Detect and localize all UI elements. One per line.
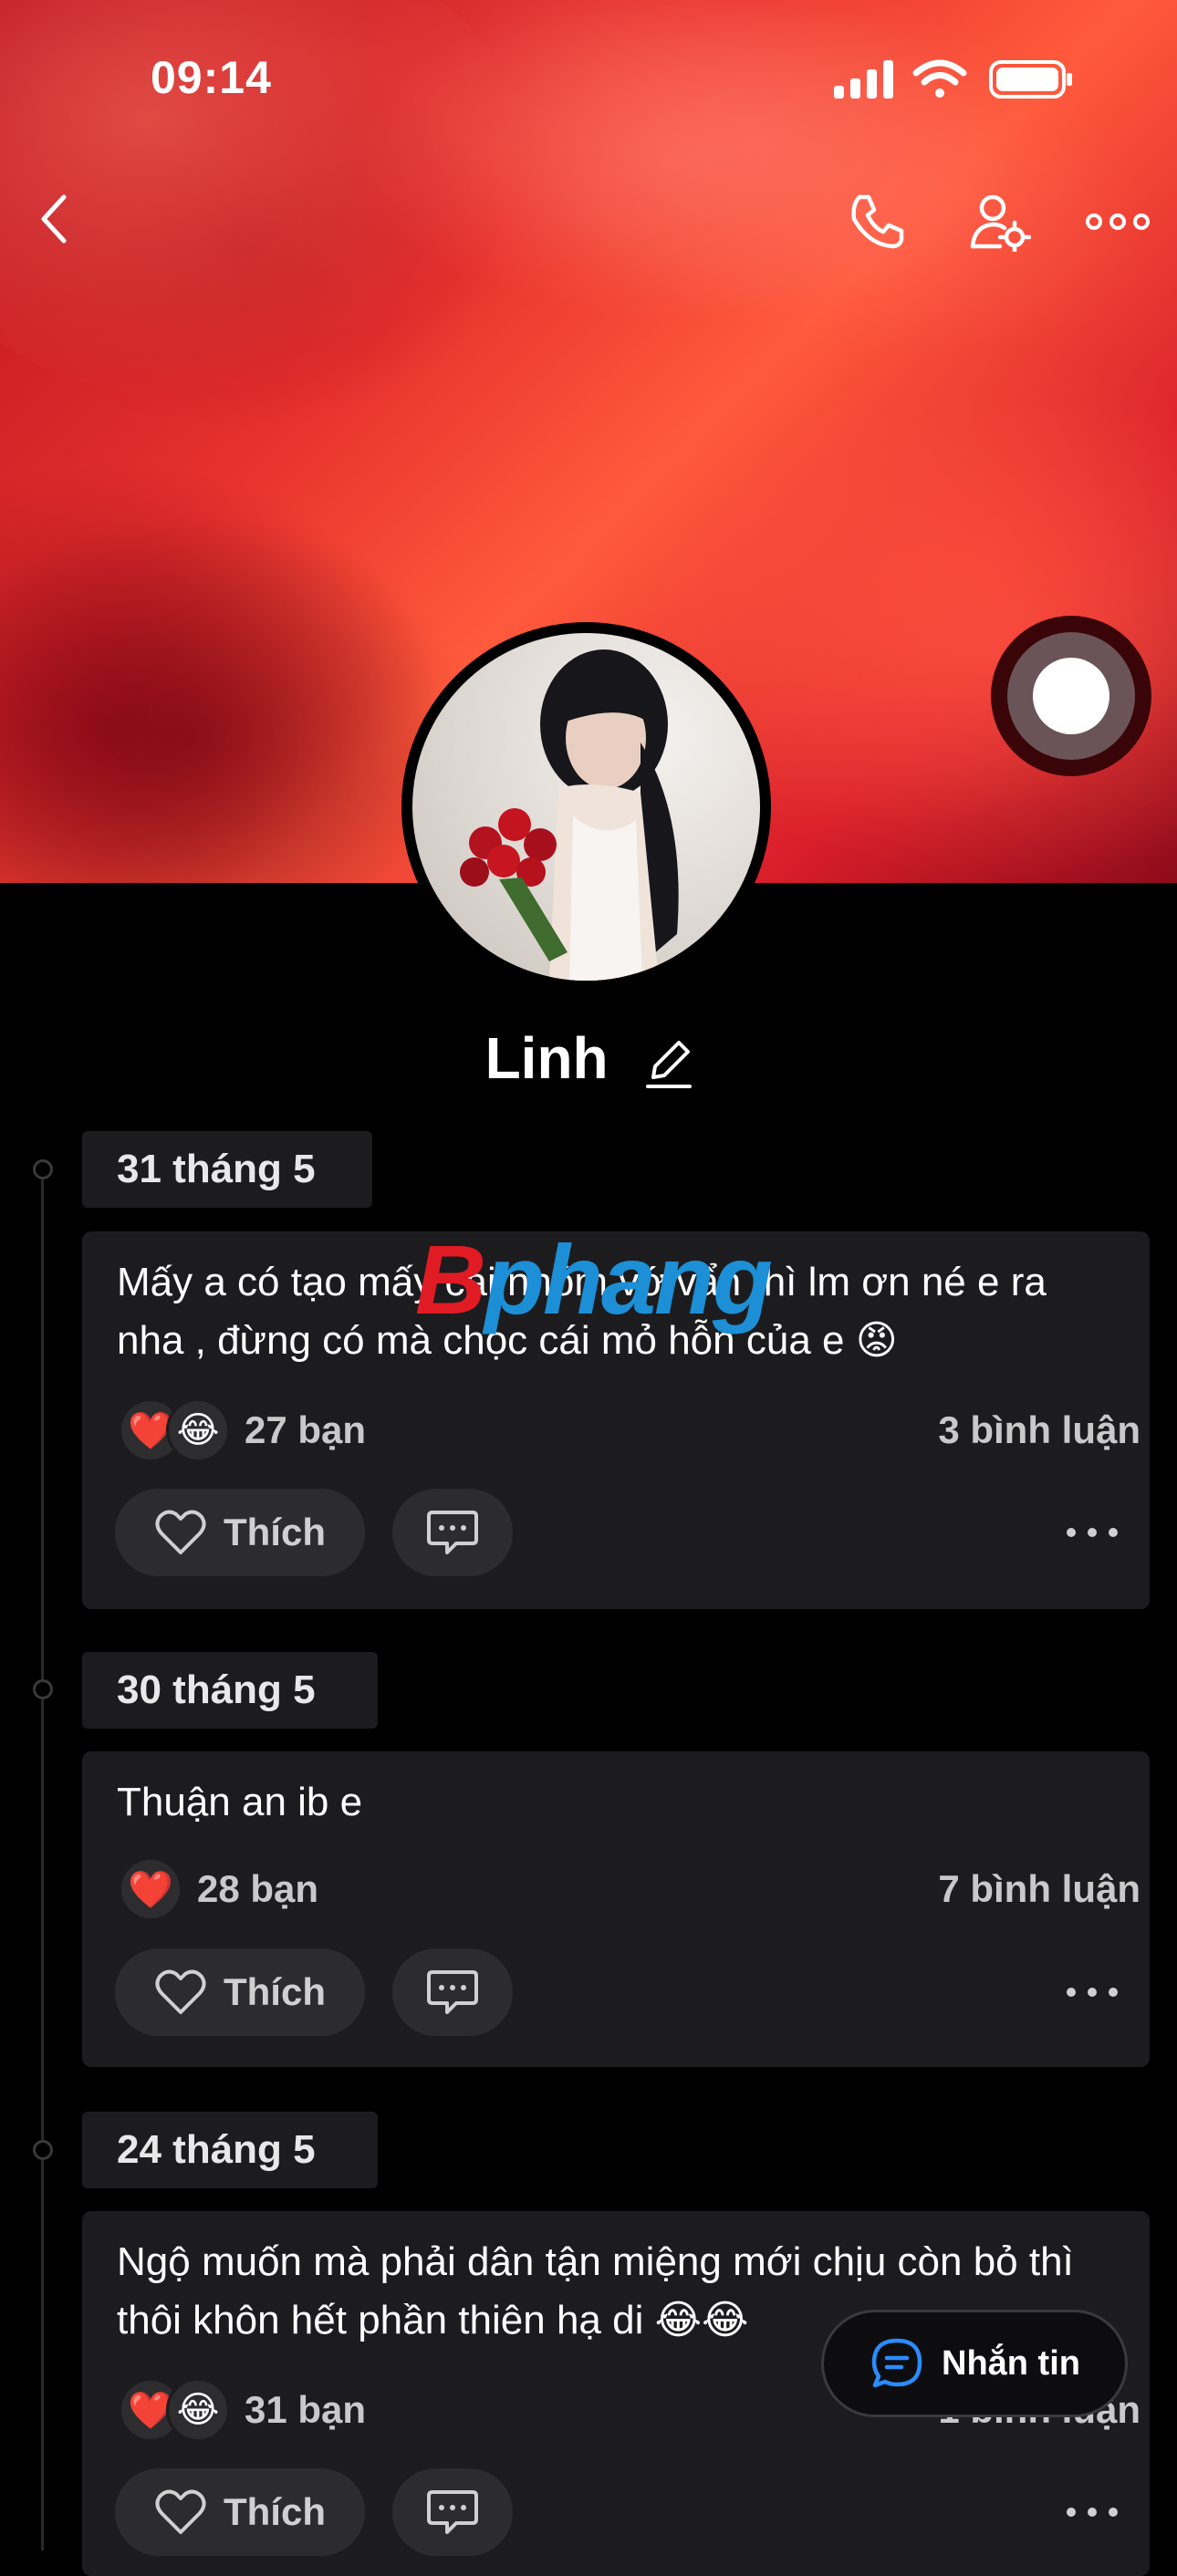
reaction-count: 27 bạn	[245, 1408, 367, 1451]
chat-bubble-icon	[871, 2338, 922, 2388]
comment-button[interactable]	[392, 2468, 513, 2556]
like-label: Thích	[224, 1970, 326, 2013]
avatar-photo	[412, 633, 760, 981]
pencil-icon	[646, 1041, 693, 1089]
profile-name: Linh	[484, 1025, 609, 1092]
date-badge: 24 tháng 5	[82, 2112, 378, 2188]
heart-reaction-icon: ❤️	[119, 1857, 182, 1921]
reaction-count: 28 bạn	[197, 1867, 319, 1910]
heart-outline-icon	[155, 1510, 206, 1554]
avatar[interactable]	[401, 622, 771, 992]
laugh-reaction-icon: 😂	[166, 2378, 230, 2442]
comments-count[interactable]: 7 bình luận	[938, 1867, 1141, 1911]
more-options-button[interactable]	[1086, 208, 1150, 235]
heart-outline-icon	[155, 1969, 206, 2014]
message-label: Nhắn tin	[942, 2343, 1080, 2383]
back-button[interactable]	[36, 192, 73, 246]
more-icon	[1067, 1528, 1118, 1537]
date-badge: 31 tháng 5	[82, 1131, 372, 1208]
reactions-summary[interactable]: ❤️ 28 bạn	[119, 1857, 318, 1921]
more-icon	[1067, 2508, 1118, 2517]
profile-settings-button[interactable]	[967, 192, 1031, 252]
like-label: Thích	[224, 2490, 326, 2533]
user-settings-icon	[970, 194, 1031, 252]
heart-outline-icon	[155, 2489, 206, 2534]
like-label: Thích	[224, 1511, 326, 1553]
post-more-button[interactable]	[1051, 1505, 1133, 1560]
post-card[interactable]: Thuận an ib e ❤️ 28 bạn 7 bình luận Thíc…	[82, 1751, 1150, 2067]
status-icons	[830, 57, 1077, 102]
date-badge: 30 tháng 5	[82, 1652, 378, 1729]
more-icon	[1067, 1988, 1118, 1997]
camera-shutter-icon	[1033, 658, 1109, 734]
call-button[interactable]	[847, 192, 907, 252]
comments-count[interactable]: 3 bình luận	[938, 1408, 1141, 1452]
signal-icon	[834, 60, 893, 99]
comment-icon	[427, 1970, 478, 2014]
message-button[interactable]: Nhắn tin	[821, 2310, 1128, 2417]
like-button[interactable]: Thích	[115, 1489, 365, 1576]
comment-button[interactable]	[392, 1489, 513, 1576]
laugh-reaction-icon: 😂	[166, 1398, 230, 1462]
status-time: 09:14	[151, 52, 272, 103]
post-more-button[interactable]	[1051, 2485, 1133, 2540]
profile-name-row: Linh	[0, 1020, 1177, 1092]
timeline-dot	[33, 1679, 53, 1699]
comment-icon	[427, 1511, 478, 1554]
reactions-summary[interactable]: ❤️ 😂 31 bạn	[119, 2378, 366, 2442]
reactions-summary[interactable]: ❤️ 😂 27 bạn	[119, 1398, 366, 1462]
like-button[interactable]: Thích	[115, 1948, 365, 2036]
chevron-left-icon	[41, 194, 67, 244]
timeline-dot	[33, 1159, 53, 1179]
reaction-count: 31 bạn	[245, 2388, 367, 2431]
edit-name-button[interactable]	[644, 1024, 693, 1092]
battery-icon	[989, 60, 1072, 99]
phone-icon	[851, 194, 904, 249]
timeline-dot	[33, 2140, 53, 2160]
comment-button[interactable]	[392, 1948, 513, 2036]
comment-icon	[427, 2490, 478, 2534]
post-more-button[interactable]	[1051, 1965, 1133, 2020]
watermark-logo: Bphang	[415, 1224, 773, 1335]
timeline-line	[41, 1166, 44, 2550]
more-icon	[1086, 213, 1150, 230]
change-cover-button[interactable]	[991, 616, 1151, 776]
wifi-icon	[912, 59, 967, 98]
like-button[interactable]: Thích	[115, 2468, 365, 2556]
post-text: Thuận an ib e	[117, 1780, 363, 1824]
